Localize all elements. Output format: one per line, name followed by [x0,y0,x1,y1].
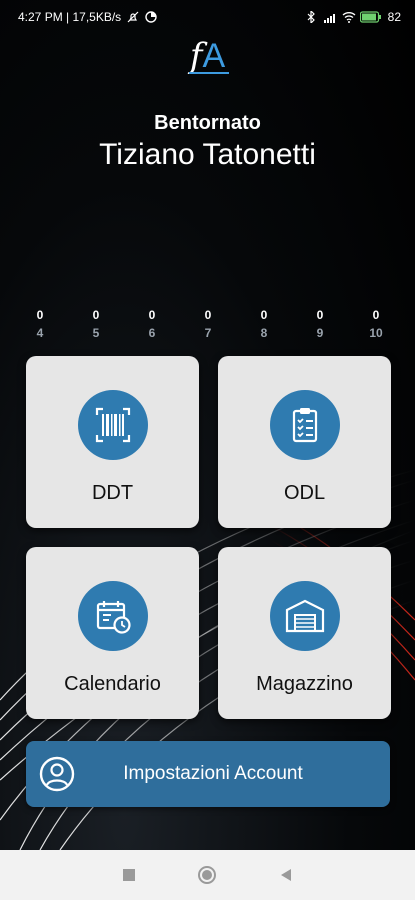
logo-a: A [202,37,226,75]
barcode-scan-icon [77,390,148,460]
battery-icon [359,11,382,23]
counter-label: 8 [260,326,268,340]
mute-icon [127,11,139,23]
counter-value: 0 [372,308,380,322]
counter-value: 0 [92,308,100,322]
calendario-tile[interactable]: Calendario [26,547,199,719]
magazzino-label: Magazzino [256,673,353,695]
wifi-icon [342,11,356,23]
counter-item: 0 4 [28,308,52,340]
calendar-clock-icon [77,581,148,651]
welcome-text: Bentornato [154,112,261,134]
account-settings-label: Impostazioni Account [123,763,303,784]
counter-label: 6 [148,326,156,340]
counter-label: 10 [369,326,383,340]
status-time: 4:27 PM | 17,5KB/s [18,10,122,24]
ddt-tile[interactable]: DDT [26,356,199,528]
account-settings-button[interactable]: Impostazioni Account [26,741,390,807]
counter-label: 4 [36,326,44,340]
signal-icon [323,11,336,23]
system-nav-bar [0,850,415,900]
battery-level: 82 [387,10,401,24]
user-circle-icon [38,755,76,793]
recents-button[interactable] [119,865,139,885]
counter-item: 0 10 [364,308,388,340]
logo-underline [189,72,229,74]
counter-label: 9 [316,326,324,340]
home-button[interactable] [197,865,217,885]
counter-value: 0 [316,308,324,322]
counter-label: 7 [204,326,212,340]
warehouse-icon [269,581,340,651]
logo-f: f [189,36,203,76]
counter-item: 0 9 [308,308,332,340]
app-logo: fA [0,36,415,76]
ddt-label: DDT [91,482,134,504]
counter-value: 0 [204,308,212,322]
counter-value: 0 [260,308,268,322]
counter-value: 0 [36,308,44,322]
counter-item: 0 6 [140,308,164,340]
magazzino-tile[interactable]: Magazzino [218,547,391,719]
counter-value: 0 [148,308,156,322]
calendario-label: Calendario [64,673,161,695]
back-button[interactable] [276,865,296,885]
odl-tile[interactable]: ODL [218,356,391,528]
counter-item: 0 5 [84,308,108,340]
counter-item: 0 7 [196,308,220,340]
status-bar: 4:27 PM | 17,5KB/s 82 [0,0,415,34]
counter-row: 0 4 0 5 0 6 0 7 0 8 0 9 0 10 [28,308,390,348]
counter-label: 5 [92,326,100,340]
counter-item: 0 8 [252,308,276,340]
pie-icon [145,11,157,23]
user-name: Tiziano Tatonetti [99,138,316,171]
clipboard-checklist-icon [269,390,340,460]
odl-label: ODL [283,482,326,504]
bluetooth-icon [306,9,318,25]
